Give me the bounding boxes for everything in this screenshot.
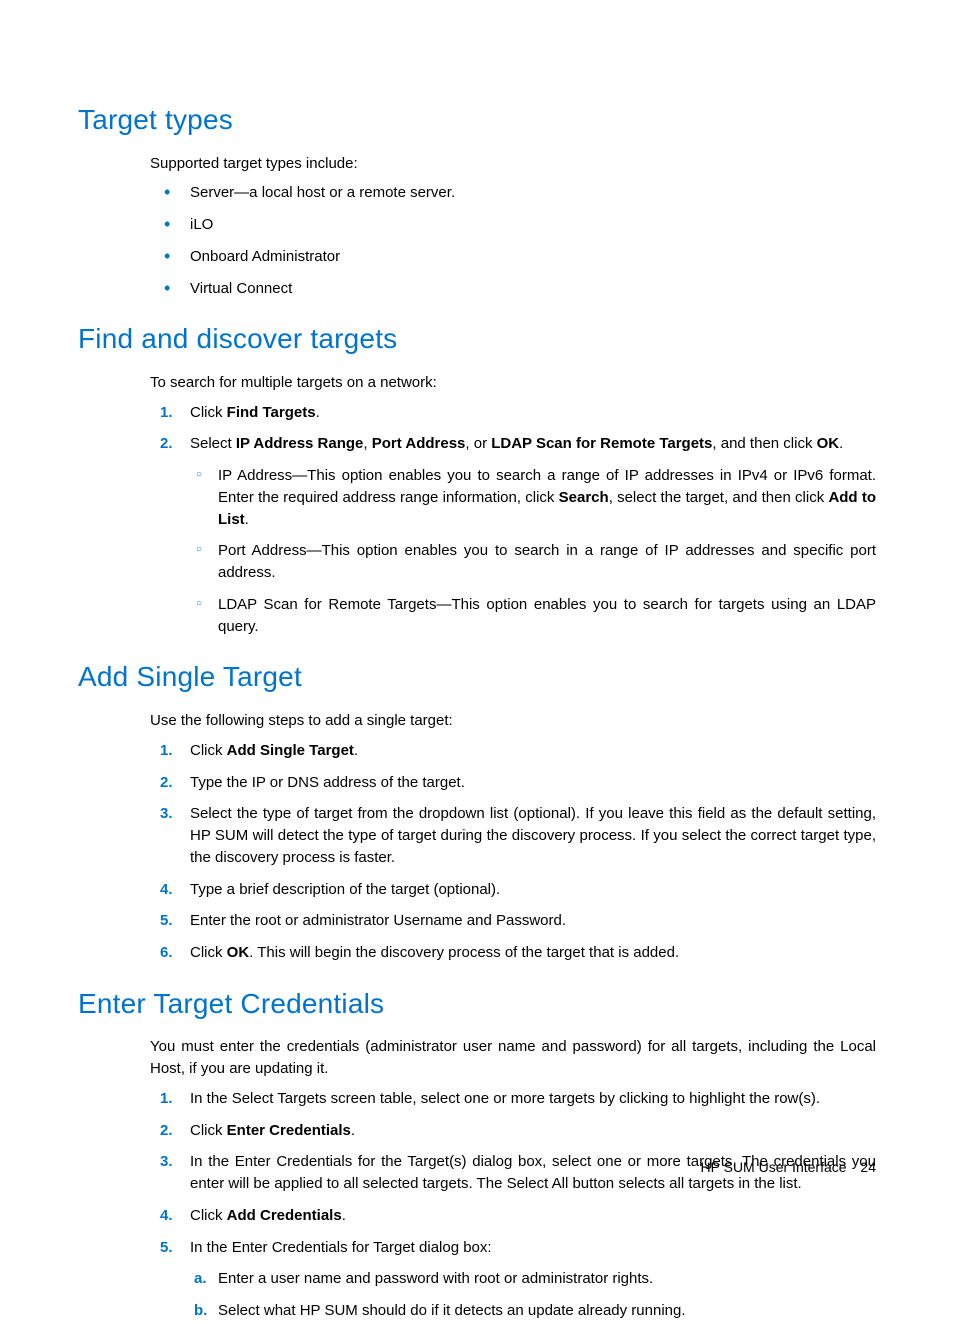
intro-enter-creds: You must enter the credentials (administ… xyxy=(150,1036,876,1080)
list-item: Click Enter Credentials. xyxy=(150,1120,876,1142)
page-footer: HP SUM User Interface 24 xyxy=(701,1157,876,1177)
num-list-add-single: Click Add Single Target. Type the IP or … xyxy=(150,740,876,964)
intro-target-types: Supported target types include: xyxy=(150,153,876,175)
list-item: Select the type of target from the dropd… xyxy=(150,803,876,868)
num-list-enter-creds: In the Select Targets screen table, sele… xyxy=(150,1088,876,1322)
list-item: Enter the root or administrator Username… xyxy=(150,910,876,932)
list-item: Virtual Connect xyxy=(150,278,876,300)
list-item: Enter a user name and password with root… xyxy=(190,1268,876,1290)
list-item: Click Add Single Target. xyxy=(150,740,876,762)
footer-text: HP SUM User Interface xyxy=(701,1159,847,1175)
list-item: Type the IP or DNS address of the target… xyxy=(150,772,876,794)
alpha-list: Enter a user name and password with root… xyxy=(190,1268,876,1322)
intro-add-single: Use the following steps to add a single … xyxy=(150,710,876,732)
list-item: Click OK. This will begin the discovery … xyxy=(150,942,876,964)
page-number: 24 xyxy=(860,1159,876,1175)
list-item: Port Address—This option enables you to … xyxy=(190,540,876,584)
heading-enter-creds: Enter Target Credentials xyxy=(78,984,876,1025)
intro-find-discover: To search for multiple targets on a netw… xyxy=(150,372,876,394)
list-item: In the Enter Credentials for Target dial… xyxy=(150,1237,876,1322)
heading-find-discover: Find and discover targets xyxy=(78,319,876,360)
heading-add-single: Add Single Target xyxy=(78,657,876,698)
list-item: Click Find Targets. xyxy=(150,402,876,424)
list-item: iLO xyxy=(150,214,876,236)
list-item: LDAP Scan for Remote Targets—This option… xyxy=(190,594,876,638)
list-item: Click Add Credentials. xyxy=(150,1205,876,1227)
heading-target-types: Target types xyxy=(78,100,876,141)
list-item: Select what HP SUM should do if it detec… xyxy=(190,1300,876,1322)
list-item: Type a brief description of the target (… xyxy=(150,879,876,901)
bullet-list-target-types: Server—a local host or a remote server. … xyxy=(150,182,876,299)
list-item: In the Select Targets screen table, sele… xyxy=(150,1088,876,1110)
list-item: Select IP Address Range, Port Address, o… xyxy=(150,433,876,637)
list-item: Onboard Administrator xyxy=(150,246,876,268)
list-item: Server—a local host or a remote server. xyxy=(150,182,876,204)
num-list-find-discover: Click Find Targets. Select IP Address Ra… xyxy=(150,402,876,638)
sub-list: IP Address—This option enables you to se… xyxy=(190,465,876,637)
list-item: IP Address—This option enables you to se… xyxy=(190,465,876,530)
